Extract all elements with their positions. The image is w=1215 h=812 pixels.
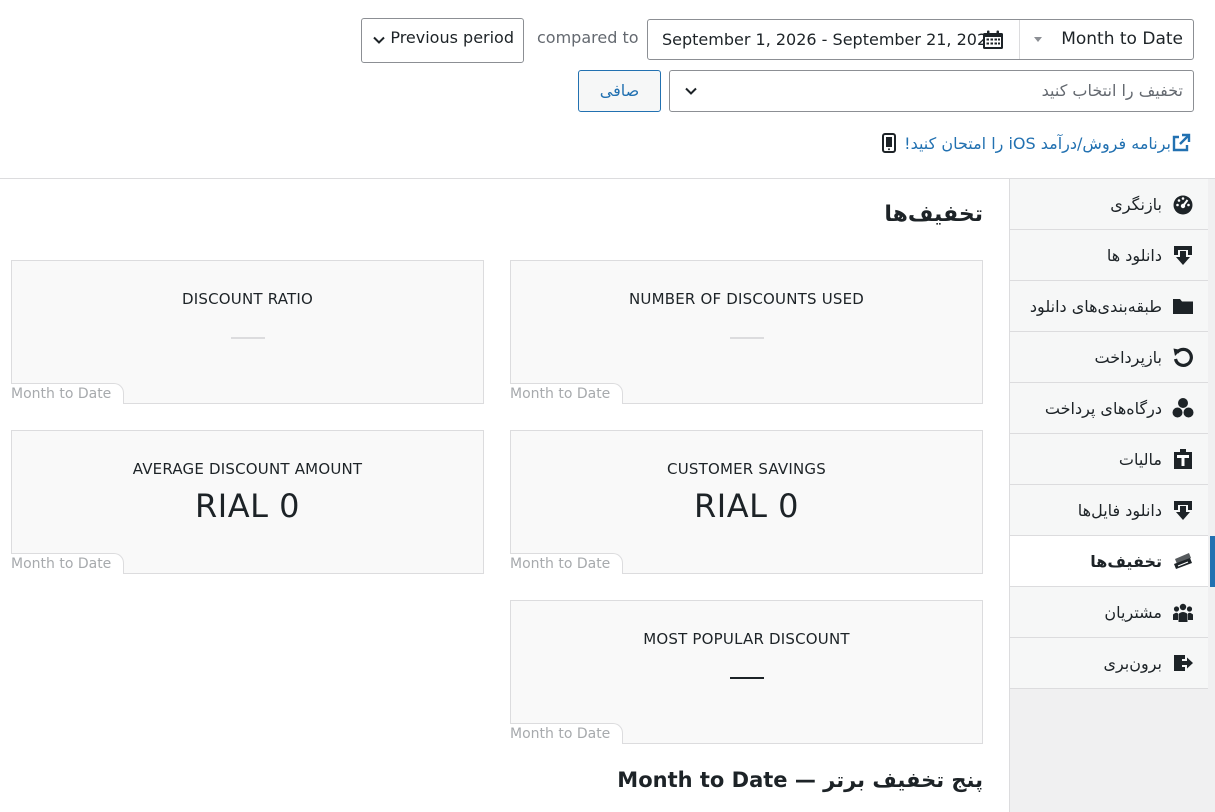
sidebar-item-label: برون‌بری: [1103, 653, 1162, 673]
gateways-icon: [1172, 398, 1194, 418]
sidebar-item-label: طبقه‌بندی‌های دانلود: [1029, 296, 1162, 316]
stat-card-value: RIAL 0: [694, 487, 799, 525]
sidebar-item-label: درگاه‌های پرداخت: [1044, 398, 1162, 418]
chevron-down-icon: [373, 36, 385, 44]
stat-card-average-discount: AVERAGE DISCOUNT AMOUNT RIAL 0 Month to …: [11, 430, 484, 574]
stat-card-title: NUMBER OF DISCOUNTS USED: [628, 290, 865, 308]
ios-promo-text[interactable]: برنامه فروش/درآمد iOS را امتحان کنید!: [904, 134, 1171, 153]
groups-icon: [1173, 603, 1193, 622]
folder-icon: [1173, 299, 1193, 314]
sidebar-item-label: بازنگری: [1110, 194, 1162, 214]
sidebar-item-download-categories[interactable]: طبقه‌بندی‌های دانلود: [1010, 281, 1208, 332]
file-download-icon: [1174, 501, 1192, 520]
sidebar-item-customers[interactable]: مشتریان: [1010, 587, 1208, 638]
stat-card-period: Month to Date: [11, 383, 125, 404]
stat-card-period: Month to Date: [510, 553, 624, 574]
sidebar-item-discounts[interactable]: تخفیف‌ها: [1010, 536, 1215, 587]
sidebar-item-payment-gateways[interactable]: درگاه‌های پرداخت: [1010, 383, 1208, 434]
filter-button[interactable]: صافی: [578, 70, 661, 112]
tax-icon: [1174, 449, 1192, 469]
empty-value-dash: [730, 677, 764, 679]
sidebar-item-downloads[interactable]: دانلود ها: [1010, 230, 1208, 281]
select-divider: [1019, 20, 1020, 59]
caret-down-icon[interactable]: [1034, 37, 1042, 42]
sidebar-item-taxes[interactable]: مالیات: [1010, 434, 1208, 485]
sidebar-item-label: دانلود ها: [1106, 245, 1162, 265]
dashboard-icon: [1173, 195, 1193, 215]
top-discounts-heading: پنج تخفیف برتر — Month to Date: [617, 768, 983, 792]
tickets-icon: [1174, 553, 1192, 569]
calendar-icon[interactable]: [982, 30, 1004, 50]
stat-card-discounts-used: NUMBER OF DISCOUNTS USED Month to Date: [510, 260, 983, 404]
stat-card-period: Month to Date: [11, 553, 125, 574]
stat-card-title: CUSTOMER SAVINGS: [667, 460, 826, 478]
discount-select[interactable]: تخفیف را انتخاب کنید: [669, 70, 1194, 112]
stat-card-discount-ratio: DISCOUNT RATIO Month to Date: [11, 260, 484, 404]
date-range-text: September 1, 2026 - September 21, 2026: [662, 30, 998, 49]
reports-sidebar: بازنگری دانلود ها طبقه‌بندی‌های دانلود ب…: [1009, 179, 1215, 812]
discount-select-placeholder: تخفیف را انتخاب کنید: [1041, 81, 1183, 100]
compared-to-label: compared to: [537, 28, 639, 47]
sidebar-item-label: بازپرداخت: [1094, 347, 1162, 367]
stat-card-customer-savings: CUSTOMER SAVINGS RIAL 0 Month to Date: [510, 430, 983, 574]
report-filters-bar: September 1, 2026 - September 21, 2026 M…: [0, 0, 1215, 179]
comparison-period-select[interactable]: Previous period: [361, 18, 524, 63]
stat-card-most-popular-discount: MOST POPULAR DISCOUNT Month to Date: [510, 600, 983, 744]
ios-app-promo-link[interactable]: برنامه فروش/درآمد iOS را امتحان کنید!: [874, 131, 1191, 155]
empty-value-dash: [231, 337, 265, 339]
undo-icon: [1173, 347, 1193, 367]
smartphone-icon: [882, 133, 897, 153]
chevron-down-icon: [685, 87, 697, 95]
stat-card-title: MOST POPULAR DISCOUNT: [643, 630, 850, 648]
sidebar-item-refunds[interactable]: بازپرداخت: [1010, 332, 1208, 383]
stat-card-title: DISCOUNT RATIO: [181, 290, 313, 308]
page-title: تخفیف‌ها: [884, 202, 983, 227]
sidebar-item-overview[interactable]: بازنگری: [1010, 179, 1208, 230]
sidebar-item-label: مالیات: [1118, 449, 1162, 469]
sidebar-item-file-downloads[interactable]: دانلود فایل‌ها: [1010, 485, 1208, 536]
empty-value-dash: [730, 337, 764, 339]
date-range-select[interactable]: September 1, 2026 - September 21, 2026 M…: [647, 19, 1194, 60]
stat-card-period: Month to Date: [510, 723, 624, 744]
stat-card-title: AVERAGE DISCOUNT AMOUNT: [132, 460, 363, 478]
comparison-period-value: Previous period: [390, 28, 514, 47]
stat-card-period: Month to Date: [510, 383, 624, 404]
sidebar-item-label: تخفیف‌ها: [1090, 551, 1162, 571]
external-link-icon: [1172, 133, 1191, 152]
stat-card-value: RIAL 0: [195, 487, 300, 525]
download-icon: [1174, 246, 1192, 265]
sidebar-item-label: دانلود فایل‌ها: [1077, 500, 1162, 520]
export-icon: [1174, 655, 1193, 671]
sidebar-item-export[interactable]: برون‌بری: [1010, 638, 1208, 689]
range-preset-value[interactable]: Month to Date: [1061, 20, 1183, 59]
sidebar-item-label: مشتریان: [1104, 602, 1162, 622]
